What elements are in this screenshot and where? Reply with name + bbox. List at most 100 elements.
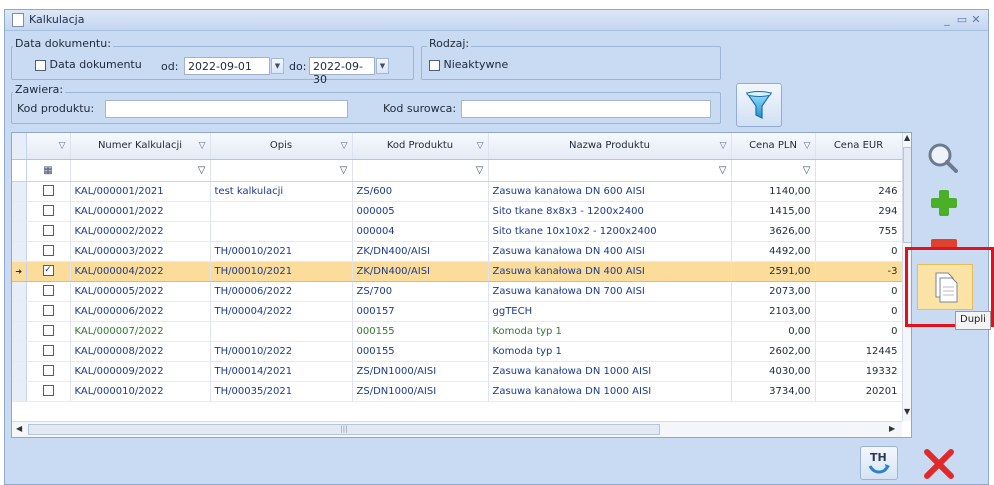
cell-nazwa-produktu[interactable]: Zasuwa kanałowa DN 1000 AISI (488, 381, 732, 402)
row-checkbox-cell[interactable] (26, 381, 71, 402)
table-row[interactable]: KAL/000001/2022 000005 Sito tkane 8x8x3 - … (12, 201, 903, 222)
cell-kod-produktu[interactable]: ZS/DN1000/AISI (352, 381, 489, 402)
row-checkbox-cell[interactable] (26, 361, 71, 382)
cell-cena-eur[interactable]: 294 (815, 201, 903, 222)
cell-nazwa-produktu[interactable]: ggTECH (488, 301, 732, 322)
row-checkbox[interactable] (42, 205, 54, 217)
table-row[interactable]: ➜ ✓ KAL/000004/2022 TH/00010/2021 ZK/DN400/A… (12, 261, 903, 282)
row-checkbox[interactable] (42, 245, 54, 257)
filter-icon[interactable]: ▽ (719, 165, 727, 176)
row-indicator[interactable] (12, 321, 27, 342)
apply-filter-button[interactable] (736, 83, 782, 127)
header-kod-produktu[interactable]: Kod Produktu ▽ (352, 133, 489, 160)
cell-cena-eur[interactable]: 12445 (815, 341, 903, 362)
cell-opis[interactable]: TH/00014/2021 (210, 361, 353, 382)
filter-icon[interactable]: ▽ (803, 165, 811, 176)
cell-opis[interactable]: TH/00004/2022 (210, 301, 353, 322)
cell-opis[interactable]: TH/00010/2021 (210, 241, 353, 262)
cell-numer[interactable]: KAL/000001/2021 (70, 181, 211, 202)
filter-icon[interactable]: ▽ (59, 141, 66, 151)
table-row[interactable]: KAL/000003/2022 TH/00010/2021 ZK/DN400/AIS… (12, 241, 903, 262)
cell-kod-produktu[interactable]: ZK/DN400/AISI (352, 241, 489, 262)
cell-nazwa-produktu[interactable]: Zasuwa kanałowa DN 600 AISI (488, 181, 732, 202)
scroll-right-icon[interactable]: ▶ (889, 424, 895, 433)
header-check-column[interactable]: ▽ (26, 133, 71, 160)
table-row[interactable]: KAL/000001/2021 test kalkulacji ZS/600 Zasu… (12, 181, 903, 202)
filter-cell-check[interactable]: ▦ (26, 159, 71, 182)
filter-icon[interactable]: ▽ (476, 165, 484, 176)
row-indicator[interactable] (12, 201, 27, 222)
cell-kod-produktu[interactable]: 000157 (352, 301, 489, 322)
cell-nazwa-produktu[interactable]: Komoda typ 1 (488, 321, 732, 342)
cell-nazwa-produktu[interactable]: Sito tkane 8x8x3 - 1200x2400 (488, 201, 732, 222)
row-checkbox[interactable] (42, 345, 54, 357)
scroll-up-icon[interactable]: ▲ (904, 133, 910, 142)
filter-icon[interactable]: ▽ (477, 141, 484, 151)
cell-kod-produktu[interactable]: 000004 (352, 221, 489, 242)
cell-numer[interactable]: KAL/000008/2022 (70, 341, 211, 362)
row-checkbox-cell[interactable] (26, 221, 71, 242)
header-numer-kalkulacji[interactable]: Numer Kalkulacji ▽ (70, 133, 211, 160)
cell-opis[interactable]: TH/00010/2022 (210, 341, 353, 362)
table-row[interactable]: KAL/000002/2022 000004 Sito tkane 10x10x2 … (12, 221, 903, 242)
row-indicator[interactable] (12, 381, 27, 402)
cell-cena-pln[interactable]: 1415,00 (731, 201, 816, 222)
filter-cell-kod[interactable]: ▽ (352, 159, 489, 182)
close-button[interactable] (919, 446, 959, 480)
cell-cena-pln[interactable]: 4492,00 (731, 241, 816, 262)
horizontal-scroll-thumb[interactable]: ||| (28, 424, 660, 435)
cell-kod-produktu[interactable]: ZS/600 (352, 181, 489, 202)
table-row[interactable]: KAL/000010/2022 TH/00035/2021 ZS/DN1000/AI… (12, 381, 903, 402)
cell-numer[interactable]: KAL/000009/2022 (70, 361, 211, 382)
row-checkbox[interactable] (42, 305, 54, 317)
cell-cena-eur[interactable]: 246 (815, 181, 903, 202)
th-transfer-button[interactable]: TH (860, 446, 898, 480)
horizontal-scrollbar[interactable]: ◀ ||| ▶ (12, 421, 902, 437)
cell-opis[interactable]: TH/00006/2022 (210, 281, 353, 302)
kod-produktu-input[interactable] (105, 100, 348, 118)
header-cena-pln[interactable]: Cena PLN ▽ (731, 133, 816, 160)
table-row[interactable]: KAL/000009/2022 TH/00014/2021 ZS/DN1000/AI… (12, 361, 903, 382)
cell-opis[interactable]: TH/00010/2021 (210, 261, 353, 282)
filter-cell-eur[interactable] (815, 159, 903, 182)
cell-cena-eur[interactable]: 0 (815, 241, 903, 262)
row-checkbox-cell[interactable] (26, 341, 71, 362)
scroll-down-icon[interactable]: ▼ (904, 407, 910, 416)
row-checkbox-cell[interactable] (26, 281, 71, 302)
cell-kod-produktu[interactable]: 000005 (352, 201, 489, 222)
filter-cell-pln[interactable]: ▽ (731, 159, 816, 182)
row-indicator[interactable] (12, 181, 27, 202)
row-checkbox-cell[interactable] (26, 201, 71, 222)
row-checkbox-cell[interactable] (26, 181, 71, 202)
do-date-field[interactable]: 2022-09-30 (309, 57, 375, 86)
data-dokumentu-checkbox-row[interactable]: Data dokumentu (35, 58, 142, 71)
row-indicator[interactable] (12, 301, 27, 322)
table-row[interactable]: KAL/000007/2022 000155 Komoda typ 1 0,00 0 (12, 321, 903, 342)
vertical-scroll-thumb[interactable] (903, 147, 911, 243)
minimize-icon[interactable]: _ (940, 13, 954, 26)
filter-icon[interactable]: ▽ (341, 141, 348, 151)
table-row[interactable]: KAL/000008/2022 TH/00010/2022 000155 Komoda… (12, 341, 903, 362)
row-checkbox-cell[interactable]: ✓ (26, 261, 71, 282)
row-pointer-icon[interactable]: ➜ (12, 261, 27, 282)
filter-cell-numer[interactable]: ▽ (70, 159, 211, 182)
row-checkbox[interactable]: ✓ (42, 265, 54, 277)
cell-opis[interactable] (210, 321, 353, 342)
row-checkbox[interactable] (42, 385, 54, 397)
filter-cell-nazwa[interactable]: ▽ (488, 159, 732, 182)
search-button[interactable] (916, 135, 972, 181)
filter-icon[interactable]: ▽ (198, 165, 206, 176)
cell-numer[interactable]: KAL/000002/2022 (70, 221, 211, 242)
cell-numer[interactable]: KAL/000005/2022 (70, 281, 211, 302)
cell-cena-pln[interactable]: 2591,00 (731, 261, 816, 282)
header-opis[interactable]: Opis ▽ (210, 133, 353, 160)
filter-icon[interactable]: ▽ (804, 141, 811, 151)
row-checkbox-cell[interactable] (26, 241, 71, 262)
cell-opis[interactable]: TH/00035/2021 (210, 381, 353, 402)
od-date-field[interactable]: 2022-09-01 (184, 57, 270, 75)
filter-editor-icon[interactable]: ▦ (43, 165, 52, 176)
row-indicator[interactable] (12, 281, 27, 302)
filter-cell-opis[interactable]: ▽ (210, 159, 353, 182)
row-checkbox[interactable] (42, 285, 54, 297)
row-checkbox-cell[interactable] (26, 301, 71, 322)
